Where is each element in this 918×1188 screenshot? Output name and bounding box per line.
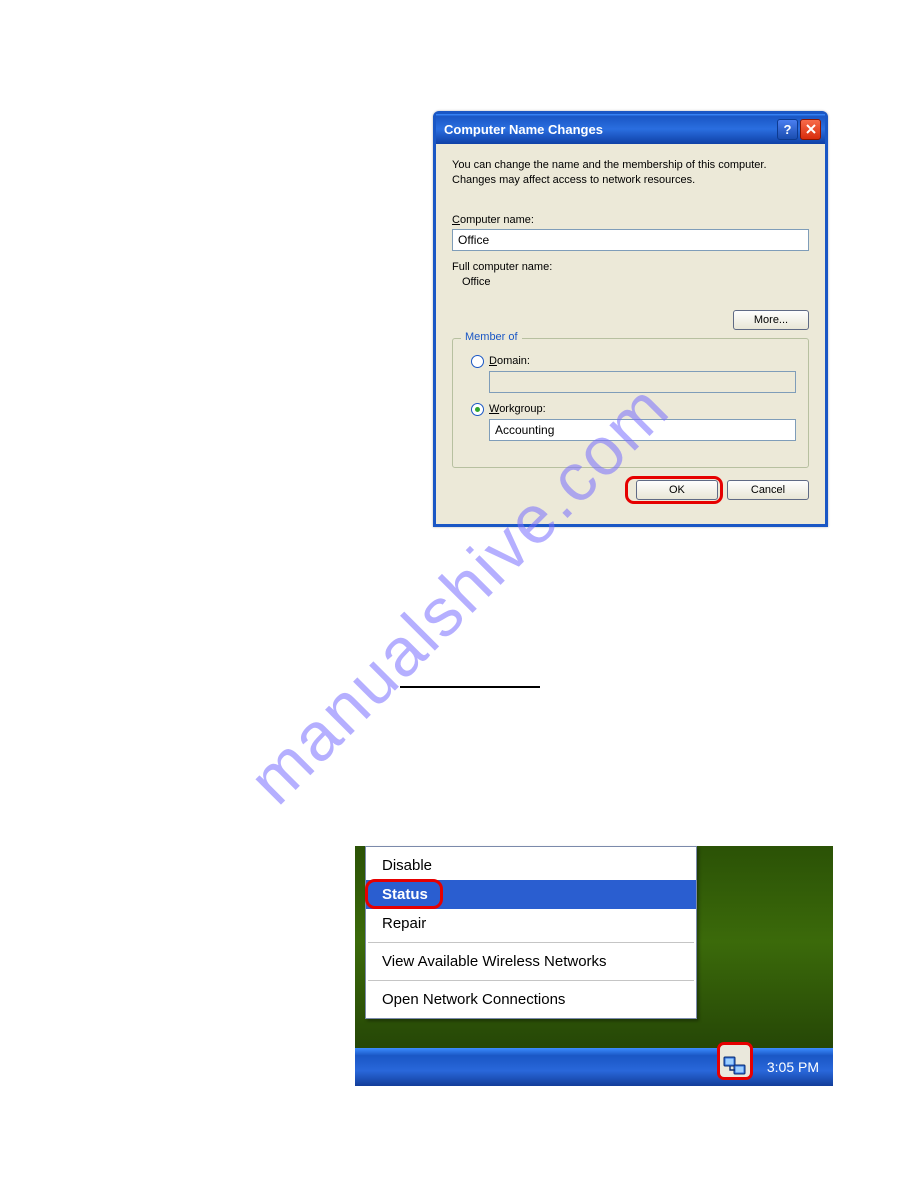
ctx-separator	[368, 942, 694, 943]
domain-label: Domain:	[489, 355, 530, 367]
dialog-body: You can change the name and the membersh…	[436, 144, 825, 524]
workgroup-radio-row[interactable]: Workgroup:	[471, 403, 796, 416]
taskbar-clock: 3:05 PM	[767, 1059, 819, 1075]
network-tray-icon-highlight	[717, 1042, 753, 1080]
domain-radio-row[interactable]: Domain:	[471, 355, 796, 368]
network-icon[interactable]	[723, 1055, 747, 1077]
taskbar: 3:05 PM	[355, 1048, 833, 1086]
dialog-titlebar[interactable]: Computer Name Changes ?	[436, 114, 825, 144]
ctx-separator	[368, 980, 694, 981]
full-computer-name-value: Office	[462, 276, 809, 288]
close-icon	[806, 124, 816, 134]
cancel-button[interactable]: Cancel	[727, 480, 809, 500]
ok-button-highlight: OK	[630, 480, 718, 500]
ctx-item-view-networks[interactable]: View Available Wireless Networks	[366, 947, 696, 976]
domain-input[interactable]	[489, 371, 796, 393]
member-of-group: Member of Domain: Workgroup:	[452, 338, 809, 468]
workgroup-radio[interactable]	[471, 403, 484, 416]
network-tray-context-menu: Disable Status Repair View Available Wir…	[365, 846, 697, 1019]
help-button[interactable]: ?	[777, 119, 798, 140]
dialog-description: You can change the name and the membersh…	[452, 158, 809, 188]
close-button[interactable]	[800, 119, 821, 140]
ctx-item-disable[interactable]: Disable	[366, 851, 696, 880]
computer-name-input[interactable]	[452, 229, 809, 251]
domain-radio[interactable]	[471, 355, 484, 368]
dialog-title: Computer Name Changes	[444, 122, 775, 137]
workgroup-label: Workgroup:	[489, 403, 546, 415]
separator-line	[400, 686, 540, 688]
ctx-item-repair[interactable]: Repair	[366, 909, 696, 938]
more-button[interactable]: More...	[733, 310, 809, 330]
ok-button[interactable]: OK	[636, 480, 718, 500]
dialog-button-row: OK Cancel	[452, 468, 809, 510]
ctx-item-status[interactable]: Status	[366, 880, 696, 909]
ctx-item-open-connections[interactable]: Open Network Connections	[366, 985, 696, 1014]
full-computer-name-label: Full computer name:	[452, 261, 809, 273]
desktop-tray-area: Disable Status Repair View Available Wir…	[355, 846, 833, 1086]
member-of-legend: Member of	[461, 331, 522, 343]
computer-name-changes-dialog: Computer Name Changes ? You can change t…	[433, 111, 828, 527]
computer-name-label: Computer name:	[452, 214, 809, 226]
workgroup-input[interactable]	[489, 419, 796, 441]
